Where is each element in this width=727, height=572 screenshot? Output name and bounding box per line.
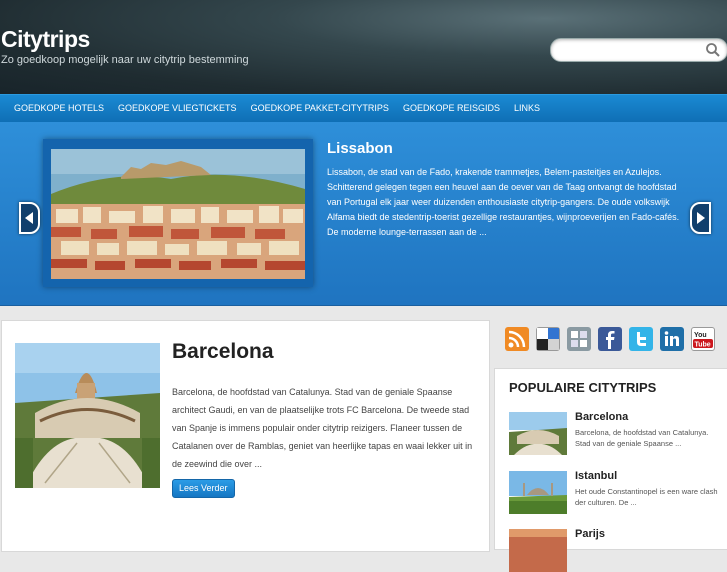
delicious-icon[interactable] — [536, 327, 560, 351]
popular-thumb-parijs[interactable] — [509, 529, 567, 572]
rss-icon[interactable] — [505, 327, 529, 351]
chevron-right-icon — [697, 212, 705, 224]
popular-citytrips-widget — [494, 368, 727, 550]
slider-next-button[interactable] — [690, 202, 711, 234]
post-excerpt: Barcelona, de hoofdstad van Catalunya. S… — [172, 387, 473, 469]
slider-prev-button[interactable] — [19, 202, 40, 234]
youtube-icon[interactable]: You Tube — [691, 327, 715, 351]
twitter-icon[interactable] — [629, 327, 653, 351]
site-header: Citytrips Zo goedkoop mogelijk naar uw c… — [0, 0, 727, 94]
main-nav: Goedkope Hotels Goedkope Vliegtickets Go… — [0, 94, 727, 122]
post-image-barcelona[interactable] — [15, 343, 160, 488]
popular-item-title[interactable]: Istanbul — [575, 470, 617, 482]
site-logo[interactable]: Citytrips — [1, 26, 90, 53]
popular-item-excerpt: Het oude Constantinopel is een ware clas… — [575, 487, 718, 507]
chevron-left-icon — [25, 212, 33, 224]
site-tagline: Zo goedkoop mogelijk naar uw citytrip be… — [1, 54, 249, 66]
nav-item-vliegtickets[interactable]: Goedkope Vliegtickets — [118, 95, 237, 122]
popular-thumb-barcelona[interactable] — [509, 412, 567, 455]
svg-text:Tube: Tube — [695, 342, 711, 349]
popular-item-title[interactable]: Parijs — [575, 528, 605, 540]
nav-item-hotels[interactable]: Goedkope Hotels — [14, 95, 104, 122]
popular-item-title[interactable]: Barcelona — [575, 411, 628, 423]
search-icon[interactable] — [705, 42, 721, 58]
nav-item-reisgids[interactable]: Goedkope Reisgids — [403, 95, 500, 122]
read-more-button[interactable]: Lees Verder — [172, 479, 235, 498]
nav-item-pakket-citytrips[interactable]: Goedkope Pakket-Citytrips — [251, 95, 389, 122]
search-input[interactable] — [559, 41, 703, 61]
linkedin-icon[interactable] — [660, 327, 684, 351]
slide-excerpt: Lissabon, de stad van de Fado, krakende … — [327, 167, 680, 237]
slide-title[interactable]: Lissabon — [327, 140, 393, 157]
popular-item-excerpt: Barcelona, de hoofdstad van Catalunya. S… — [575, 428, 709, 448]
slide-image-lissabon[interactable] — [51, 149, 305, 279]
popular-thumb-istanbul[interactable] — [509, 471, 567, 514]
widget-title: Populaire Citytrips — [509, 380, 657, 395]
facebook-icon[interactable] — [598, 327, 622, 351]
svg-text:You: You — [694, 332, 707, 339]
search-box[interactable] — [550, 38, 727, 62]
nav-item-links[interactable]: Links — [514, 95, 540, 122]
post-title[interactable]: Barcelona — [172, 340, 274, 364]
stumbleupon-icon[interactable] — [567, 327, 591, 351]
social-icons: You Tube — [505, 327, 722, 351]
